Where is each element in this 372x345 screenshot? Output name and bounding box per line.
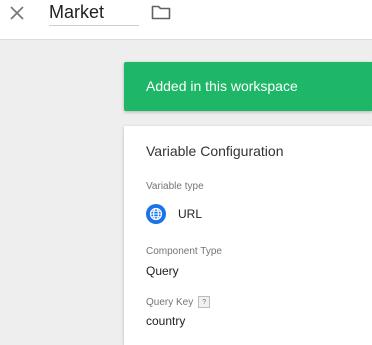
banner-text: Added in this workspace (146, 78, 298, 94)
query-key-label: Query Key (146, 296, 194, 308)
query-key-value[interactable]: country (146, 314, 185, 328)
help-icon[interactable]: ? (198, 296, 211, 308)
variable-type-value: URL (178, 207, 203, 221)
globe-icon (146, 204, 166, 224)
component-type-label: Component Type (146, 246, 222, 257)
variable-name-input[interactable] (49, 0, 139, 26)
variable-configuration-card[interactable]: Variable Configuration Variable type URL… (124, 126, 372, 345)
card-title: Variable Configuration (146, 143, 284, 159)
folder-icon (151, 5, 171, 20)
query-key-label-row: Query Key ? (146, 296, 211, 308)
top-bar (0, 0, 372, 40)
close-icon (10, 6, 24, 20)
component-type-value[interactable]: Query (146, 264, 179, 278)
variable-type-label: Variable type (146, 181, 204, 192)
variable-type-selector[interactable]: URL (146, 204, 202, 224)
close-button[interactable] (6, 2, 28, 24)
workspace-status-banner: Added in this workspace (124, 62, 372, 111)
folder-button[interactable] (150, 2, 172, 22)
